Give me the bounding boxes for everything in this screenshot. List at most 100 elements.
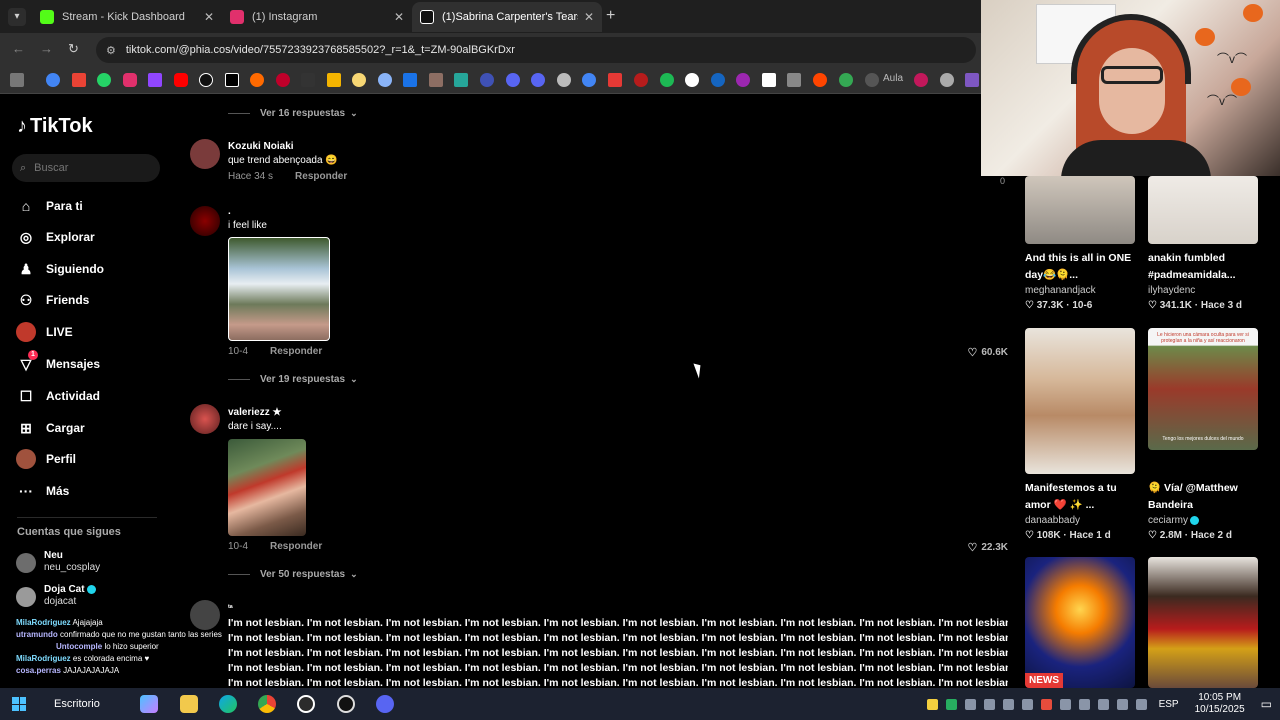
bookmark-icon[interactable] — [480, 73, 494, 87]
comment-author[interactable]: ᵗᵃ — [228, 603, 233, 612]
comment-author[interactable]: . — [228, 206, 231, 217]
steam-icon[interactable] — [1078, 698, 1090, 710]
avatar[interactable] — [190, 139, 220, 169]
close-tab-icon[interactable]: ✕ — [394, 10, 404, 24]
comment-author[interactable]: valeriezz ★ — [228, 407, 281, 418]
tray-icon[interactable] — [983, 698, 995, 710]
tray-icon[interactable] — [1040, 698, 1052, 710]
bookmark-icon[interactable] — [582, 73, 596, 87]
wifi-icon[interactable] — [1097, 698, 1109, 710]
comment-gif-fountain[interactable] — [228, 237, 330, 341]
bookmark-icon[interactable] — [940, 73, 954, 87]
video-card[interactable] — [1148, 557, 1258, 688]
bookmark-icon[interactable] — [250, 73, 264, 87]
nav-cargar[interactable]: ⊞ Cargar — [16, 416, 85, 440]
video-author[interactable]: meghanandjack — [1025, 284, 1135, 298]
discord-icon[interactable] — [376, 695, 394, 713]
language-indicator[interactable]: ESP — [1159, 699, 1179, 710]
nav-actividad[interactable]: ☐ Actividad — [16, 384, 100, 408]
nav-perfil[interactable]: Perfil — [16, 447, 76, 471]
bookmark-icon[interactable] — [839, 73, 853, 87]
bookmark-icon[interactable] — [736, 73, 750, 87]
like-button[interactable]: ♡ 22.3K — [967, 541, 1008, 554]
back-icon[interactable]: ← — [12, 41, 25, 56]
tray-icon[interactable] — [1002, 698, 1014, 710]
tray-icon[interactable] — [964, 698, 976, 710]
video-card[interactable]: anakin fumbled #padmeamidala... ilyhayde… — [1148, 176, 1258, 314]
reply-button[interactable]: Responder — [270, 346, 322, 357]
video-thumbnail[interactable] — [1148, 176, 1258, 244]
tab-tiktok[interactable]: (1)Sabrina Carpenter's Tears Tre ✕ — [412, 2, 602, 32]
bookmark-aula[interactable]: Aula — [883, 73, 903, 84]
comment-author[interactable]: Kozuki Noiaki — [228, 141, 294, 152]
video-thumbnail[interactable] — [1025, 328, 1135, 474]
volume-icon[interactable] — [1116, 698, 1128, 710]
nav-friends[interactable]: ⚇ Friends — [16, 288, 90, 312]
video-thumbnail[interactable]: NEWS — [1025, 557, 1135, 688]
following-account[interactable]: Doja Cat dojacat — [16, 584, 96, 608]
bookmark-icon[interactable] — [403, 73, 417, 87]
bookmark-icon[interactable] — [557, 73, 571, 87]
bookmark-icon[interactable] — [711, 73, 725, 87]
nav-live[interactable]: LIVE — [16, 320, 73, 344]
notifications-icon[interactable]: ▭ — [1261, 697, 1272, 711]
tab-kick-dashboard[interactable]: Stream - Kick Dashboard ✕ — [32, 2, 222, 32]
instagram-bookmark-icon[interactable] — [123, 73, 137, 87]
bookmark-icon[interactable] — [865, 73, 879, 87]
view-replies-button[interactable]: Ver 19 respuestas ⌄ — [228, 374, 358, 385]
tab-instagram[interactable]: (1) Instagram ✕ — [222, 2, 412, 32]
view-replies-button[interactable]: Ver 50 respuestas ⌄ — [228, 569, 358, 580]
video-thumbnail[interactable]: Le hicieron una cámara oculta para ver s… — [1148, 328, 1258, 450]
reply-button[interactable]: Responder — [295, 171, 347, 182]
copilot-icon[interactable] — [140, 695, 158, 713]
reply-button[interactable]: Responder — [270, 541, 322, 552]
following-account[interactable]: Neu neu_cosplay — [16, 550, 100, 574]
nav-mensajes[interactable]: ▽ 1 Mensajes — [16, 350, 100, 376]
desktop-label[interactable]: Escritorio — [54, 698, 100, 710]
site-info-icon[interactable]: ⚙ — [106, 44, 116, 57]
obs-icon[interactable] — [297, 695, 315, 713]
reload-icon[interactable]: ↻ — [68, 41, 79, 57]
tray-icon[interactable] — [1059, 698, 1071, 710]
comment-gif-red-hair[interactable] — [228, 439, 306, 536]
bookmark-icon[interactable] — [429, 73, 443, 87]
whatsapp-bookmark-icon[interactable] — [97, 73, 111, 87]
address-bar[interactable]: ⚙ tiktok.com/@phia.cos/video/75572339237… — [96, 37, 976, 63]
video-author[interactable]: ilyhaydenc — [1148, 284, 1258, 298]
nav-siguiendo[interactable]: ♟ Siguiendo — [16, 257, 104, 281]
avatar[interactable] — [190, 404, 220, 434]
gmail-bookmark-icon[interactable] — [72, 73, 86, 87]
app-icon[interactable] — [337, 695, 355, 713]
video-card[interactable]: And this is all in ONE day😂🫠... meghanan… — [1025, 176, 1135, 314]
x-bookmark-icon[interactable] — [225, 73, 239, 87]
bookmark-icon[interactable] — [685, 73, 699, 87]
video-card[interactable]: Le hicieron una cámara oculta para ver s… — [1148, 328, 1258, 544]
nav-explorar[interactable]: ◎ Explorar — [16, 225, 95, 249]
nav-mas[interactable]: ··· Más — [16, 479, 69, 503]
avatar[interactable] — [190, 206, 220, 236]
tab-search-button[interactable]: ▾ — [8, 8, 26, 26]
spotify-bookmark-icon[interactable] — [660, 73, 674, 87]
discord-bookmark-icon[interactable] — [531, 73, 545, 87]
discord-bookmark-icon[interactable] — [506, 73, 520, 87]
bookmark-icon[interactable] — [965, 73, 979, 87]
tiktok-bookmark-icon[interactable] — [199, 73, 213, 87]
new-tab-icon[interactable]: + — [606, 7, 615, 25]
tray-icon[interactable] — [945, 698, 957, 710]
bookmark-icon[interactable] — [454, 73, 468, 87]
video-thumbnail[interactable] — [1025, 176, 1135, 244]
bookmark-icon[interactable] — [634, 73, 648, 87]
search-box[interactable]: ⌕ — [12, 154, 160, 182]
bookmark-icon[interactable] — [762, 73, 776, 87]
bookmark-icon[interactable] — [276, 73, 290, 87]
search-input[interactable] — [32, 161, 143, 175]
reddit-bookmark-icon[interactable] — [813, 73, 827, 87]
tiktok-logo[interactable]: ♪ TikTok — [17, 115, 93, 138]
tray-icon[interactable] — [926, 698, 938, 710]
chrome-icon[interactable] — [258, 695, 276, 713]
bookmark-icon[interactable] — [327, 73, 341, 87]
video-author[interactable]: danaabbady — [1025, 514, 1135, 528]
google-bookmark-icon[interactable] — [46, 73, 60, 87]
bookmark-icon[interactable] — [914, 73, 928, 87]
bookmark-icon[interactable] — [787, 73, 801, 87]
